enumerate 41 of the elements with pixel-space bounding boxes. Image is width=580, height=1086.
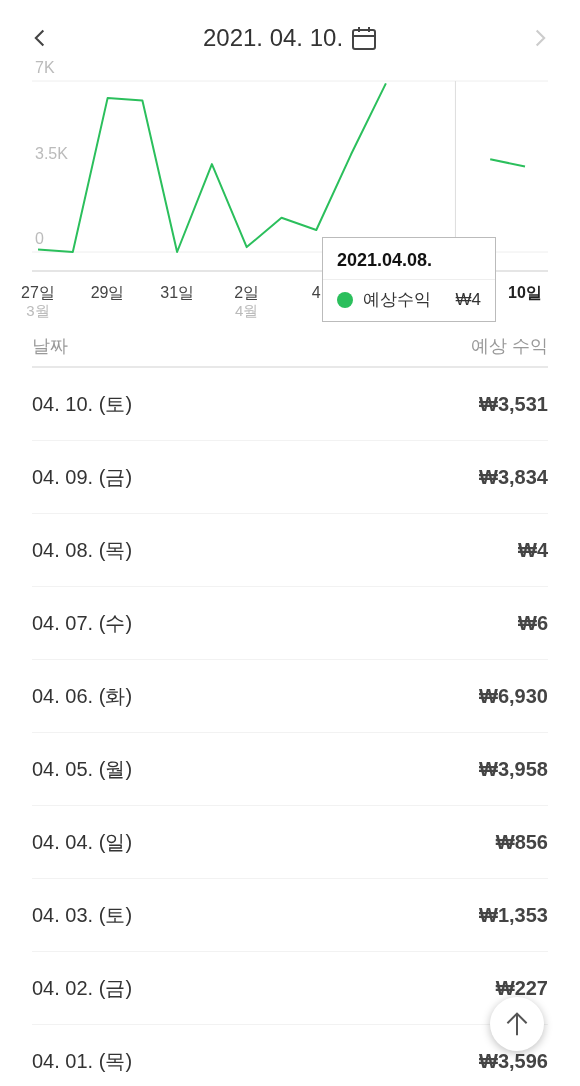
x-tick-label: 10일 <box>508 284 542 301</box>
date-cell-text: 04. 03. (토) <box>32 902 133 928</box>
column-header: 날짜 <box>32 335 68 358</box>
arrow-up-icon <box>505 1011 529 1037</box>
x-tick-label: 2일 <box>234 284 260 301</box>
y-tick-label: 3.5K <box>35 144 68 162</box>
calendar-icon[interactable] <box>351 25 378 51</box>
date-title: 2021. 04. 10. <box>202 24 344 52</box>
x-tick-label: 29일 <box>90 284 125 301</box>
month-label: 4월 <box>235 302 259 319</box>
date-cell-text: 04. 04. (일) <box>32 829 133 855</box>
date-cell-text: 04. 08. (목) <box>32 537 133 563</box>
amount-cell: ₩3,834 <box>479 465 548 489</box>
column-header: 예상 수익 <box>471 335 548 358</box>
amount-cell: ₩3,531 <box>479 392 548 416</box>
amount-cell: ₩227 <box>495 976 548 1000</box>
tooltip-date: 2021.04.08. <box>323 238 495 280</box>
series-name: 예상수익 <box>363 289 431 311</box>
amount-cell: ₩6,930 <box>479 684 548 708</box>
date-cell-text: 04. 02. (금) <box>32 975 133 1001</box>
y-tick-label: 7K <box>35 59 55 76</box>
date-cell-text: 04. 06. (화) <box>32 683 133 709</box>
scroll-to-top-button[interactable] <box>490 997 544 1051</box>
x-tick-label: 31일 <box>160 284 195 301</box>
amount-cell: ₩856 <box>495 830 548 854</box>
date-cell-text: 04. 10. (토) <box>32 391 133 417</box>
amount-cell: ₩3,958 <box>479 757 548 781</box>
series-dot <box>337 291 353 308</box>
amount-cell: ₩1,353 <box>479 903 548 927</box>
month-label: 3월 <box>26 302 50 319</box>
x-tick-label: 4 <box>311 284 321 301</box>
amount-cell: ₩6 <box>518 611 548 635</box>
date-cell-text: 04. 07. (수) <box>32 610 133 636</box>
date-cell-text: 04. 09. (금) <box>32 464 133 490</box>
date-cell-text: 04. 05. (월) <box>32 756 133 782</box>
x-tick-label: 27일 <box>21 284 55 301</box>
amount-cell: ₩4 <box>518 538 548 562</box>
date-cell-text: 04. 01. (목) <box>32 1048 133 1074</box>
tooltip-value: ₩4 <box>455 289 481 310</box>
y-tick-label: 0 <box>35 230 44 247</box>
amount-cell: ₩3,596 <box>479 1049 548 1073</box>
